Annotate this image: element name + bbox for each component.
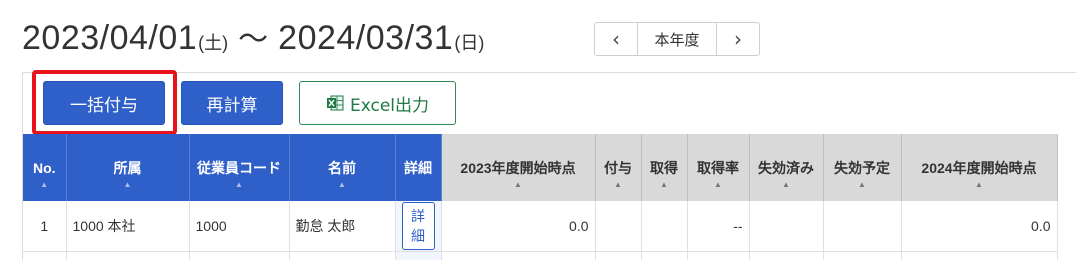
cell-empty bbox=[66, 251, 190, 260]
col-header-expired[interactable]: 失効済み ▲ bbox=[749, 134, 824, 201]
col-header-expiring[interactable]: 失効予定 ▲ bbox=[823, 134, 902, 201]
sort-icon: ▲ bbox=[40, 180, 49, 189]
table-row: 1 1000 本社 1000 勤怠 太郎 詳細 0.0 -- 0.0 bbox=[23, 201, 1058, 252]
cell-start-2024: 0.0 bbox=[901, 201, 1058, 252]
col-header-rate[interactable]: 取得率 ▲ bbox=[687, 134, 750, 201]
sort-icon: ▲ bbox=[782, 180, 790, 189]
sort-icon: ▲ bbox=[123, 180, 132, 189]
bulk-grant-button[interactable]: 一括付与 bbox=[43, 81, 165, 125]
col-header-start-2023[interactable]: 2023年度開始時点 ▲ bbox=[441, 134, 596, 201]
col-header-grant[interactable]: 付与 ▲ bbox=[595, 134, 642, 201]
cell-empty bbox=[823, 251, 902, 260]
col-header-taken[interactable]: 取得 ▲ bbox=[641, 134, 688, 201]
recalculate-button[interactable]: 再計算 bbox=[181, 81, 283, 125]
leave-table: No. ▲ 所属 ▲ 従業員コード ▲ 名前 ▲ 詳細 2023年度開始時点 ▲ 付与 ▲ … bbox=[23, 134, 1058, 260]
cell-empty bbox=[189, 251, 290, 260]
cell-expiring bbox=[823, 201, 902, 252]
cell-rate: -- bbox=[687, 201, 750, 252]
year-navigator: ‹ 本年度 › bbox=[594, 22, 760, 56]
sort-icon: ▲ bbox=[975, 180, 983, 189]
sort-icon: ▲ bbox=[660, 180, 668, 189]
period-start-dow: (土) bbox=[198, 33, 229, 53]
cell-empty bbox=[749, 251, 824, 260]
cell-empty bbox=[641, 251, 688, 260]
excel-export-label: Excel出力 bbox=[349, 95, 430, 116]
period-start-date: 2023/04/01 bbox=[22, 19, 198, 57]
cell-empty bbox=[901, 251, 1058, 260]
excel-export-button[interactable]: Excel出力 bbox=[299, 81, 456, 125]
cell-employee-code: 1000 bbox=[189, 201, 290, 252]
cell-empty bbox=[441, 251, 596, 260]
cell-no: 1 bbox=[23, 201, 67, 252]
period-end-date: 2024/03/31 bbox=[278, 19, 454, 57]
cell-empty bbox=[687, 251, 750, 260]
cell-expired bbox=[749, 201, 824, 252]
sort-icon: ▲ bbox=[338, 180, 346, 189]
col-header-dept[interactable]: 所属 ▲ bbox=[66, 134, 190, 201]
leave-summary-page: 2023/04/01 (土) 〜 2024/03/31 (日) ‹ 本年度 › … bbox=[0, 0, 1076, 260]
cell-empty bbox=[289, 251, 396, 260]
col-header-no[interactable]: No. ▲ bbox=[23, 134, 67, 201]
col-header-name[interactable]: 名前 ▲ bbox=[289, 134, 396, 201]
period-end-dow: (日) bbox=[454, 33, 485, 53]
sort-icon: ▲ bbox=[235, 180, 243, 189]
chevron-right-icon[interactable]: › bbox=[717, 23, 759, 55]
sort-icon: ▲ bbox=[714, 180, 722, 189]
excel-icon bbox=[326, 95, 344, 111]
cell-dept: 1000 本社 bbox=[66, 201, 190, 252]
cell-grant bbox=[595, 201, 642, 252]
sort-icon: ▲ bbox=[614, 180, 622, 189]
detail-button[interactable]: 詳細 bbox=[401, 201, 435, 250]
table-header-row: No. ▲ 所属 ▲ 従業員コード ▲ 名前 ▲ 詳細 2023年度開始時点 ▲ 付与 ▲ … bbox=[23, 134, 1058, 201]
sort-icon: ▲ bbox=[514, 180, 522, 189]
cell-detail: 詳細 bbox=[395, 201, 442, 252]
col-header-employee-code[interactable]: 従業員コード ▲ bbox=[189, 134, 290, 201]
current-year-button[interactable]: 本年度 bbox=[637, 23, 717, 55]
cell-empty bbox=[595, 251, 642, 260]
period-range: 2023/04/01 (土) 〜 2024/03/31 (日) bbox=[22, 14, 484, 58]
cell-start-2023: 0.0 bbox=[441, 201, 596, 252]
cell-name: 勤怠 太郎 bbox=[289, 201, 396, 252]
sort-icon: ▲ bbox=[858, 180, 866, 189]
cell-taken bbox=[641, 201, 688, 252]
table-row bbox=[23, 251, 1058, 260]
chevron-left-icon[interactable]: ‹ bbox=[595, 23, 637, 55]
cell-empty bbox=[395, 251, 442, 260]
cell-empty bbox=[23, 251, 67, 260]
col-header-detail: 詳細 bbox=[395, 134, 442, 201]
period-separator: 〜 bbox=[238, 23, 269, 56]
col-header-start-2024[interactable]: 2024年度開始時点 ▲ bbox=[901, 134, 1058, 201]
